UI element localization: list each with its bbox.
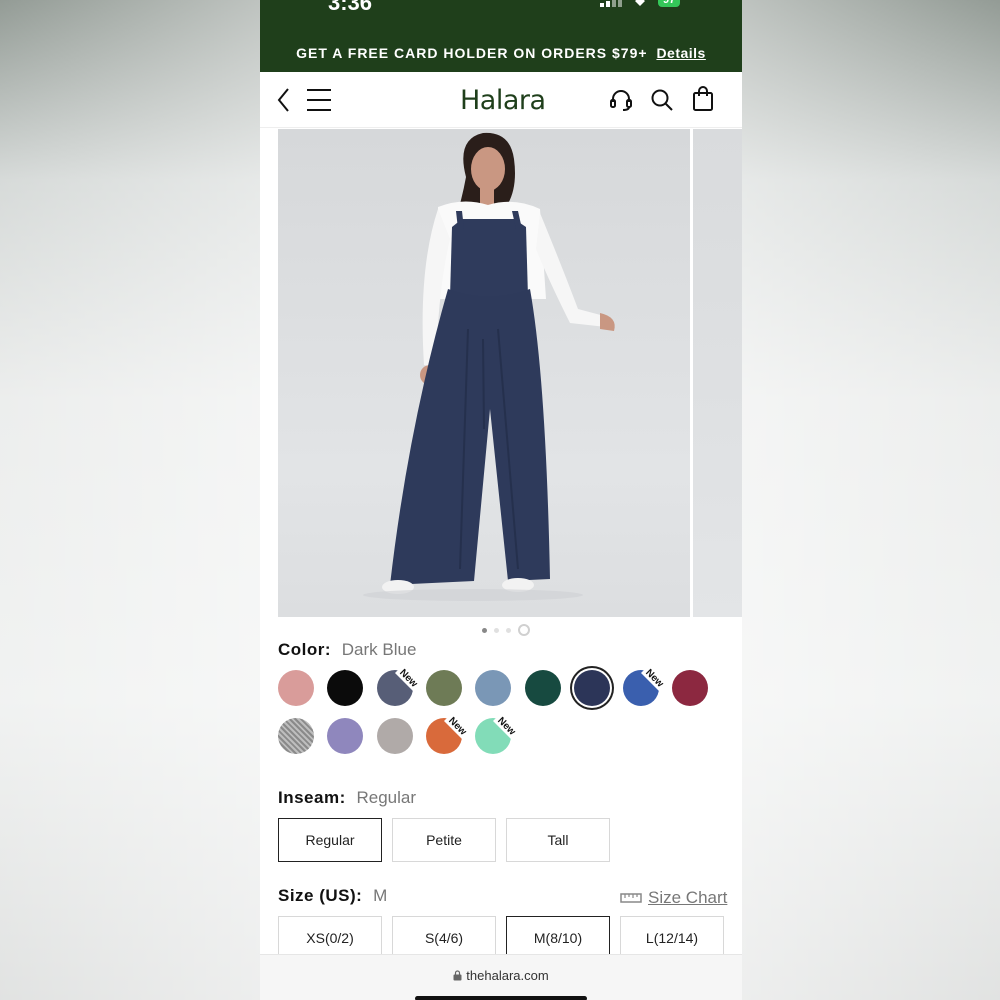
inseam-option-regular[interactable]: Regular bbox=[278, 818, 382, 862]
color-swatch[interactable] bbox=[278, 718, 314, 754]
color-swatch[interactable] bbox=[524, 670, 561, 706]
color-swatch[interactable] bbox=[327, 670, 364, 706]
shopping-bag-icon[interactable] bbox=[692, 86, 714, 112]
status-bar: 3:36 97 bbox=[260, 0, 742, 34]
signal-icon bbox=[600, 0, 622, 7]
brand-logo[interactable]: Halara bbox=[460, 85, 546, 116]
ruler-icon bbox=[620, 893, 642, 903]
back-icon[interactable] bbox=[274, 86, 294, 114]
size-chart-link[interactable]: Size Chart bbox=[620, 888, 727, 908]
background-right bbox=[742, 0, 1000, 1000]
inseam-selected-value: Regular bbox=[356, 788, 417, 807]
inseam-option-tall[interactable]: Tall bbox=[506, 818, 610, 862]
model-illustration bbox=[363, 132, 615, 601]
color-swatch[interactable] bbox=[376, 718, 413, 754]
gallery-pagination bbox=[482, 624, 530, 636]
color-swatch[interactable] bbox=[425, 670, 462, 706]
color-swatch[interactable] bbox=[475, 670, 512, 706]
status-icons: 97 bbox=[600, 0, 681, 7]
color-swatch[interactable] bbox=[327, 718, 364, 754]
search-icon[interactable] bbox=[650, 88, 674, 112]
next-product-image-peek[interactable] bbox=[693, 129, 742, 617]
headset-icon[interactable] bbox=[609, 88, 633, 112]
pagination-dot[interactable] bbox=[494, 627, 499, 633]
color-swatch[interactable] bbox=[672, 670, 709, 706]
pagination-dot[interactable] bbox=[518, 624, 530, 636]
url-text: thehalara.com bbox=[466, 968, 549, 983]
promo-banner[interactable]: GET A FREE CARD HOLDER ON ORDERS $79+ De… bbox=[260, 34, 742, 72]
url-display[interactable]: thehalara.com bbox=[260, 968, 742, 983]
lock-icon bbox=[453, 970, 462, 981]
promo-text: GET A FREE CARD HOLDER ON ORDERS $79+ bbox=[296, 45, 648, 61]
phone-screen: 3:36 97 GET A FREE CARD HOLDER ON ORDERS… bbox=[260, 0, 742, 1000]
background-left bbox=[0, 0, 260, 1000]
size-chart-label[interactable]: Size Chart bbox=[648, 888, 727, 908]
inseam-label: Inseam: bbox=[278, 788, 346, 807]
product-gallery[interactable] bbox=[278, 129, 742, 617]
color-label-row: Color: Dark Blue bbox=[278, 640, 416, 660]
color-selected-value: Dark Blue bbox=[341, 640, 417, 659]
inseam-label-row: Inseam: Regular bbox=[278, 788, 416, 808]
status-time: 3:36 bbox=[328, 0, 373, 15]
color-swatch[interactable] bbox=[573, 670, 610, 706]
wifi-icon bbox=[635, 0, 645, 6]
pagination-dot[interactable] bbox=[506, 627, 511, 633]
navigation-bar: Halara bbox=[260, 72, 742, 128]
pagination-dot[interactable] bbox=[482, 627, 487, 633]
battery-indicator: 97 bbox=[658, 0, 681, 7]
promo-details-link[interactable]: Details bbox=[656, 45, 705, 61]
product-image[interactable] bbox=[278, 129, 690, 617]
home-indicator bbox=[415, 996, 587, 1000]
size-selected-value: M bbox=[373, 886, 388, 905]
size-label-row: Size (US): M bbox=[278, 886, 387, 906]
color-label: Color: bbox=[278, 640, 332, 659]
menu-icon[interactable] bbox=[306, 87, 332, 113]
size-label: Size (US): bbox=[278, 886, 363, 905]
color-swatch[interactable] bbox=[278, 670, 314, 706]
browser-url-bar[interactable]: thehalara.com bbox=[260, 954, 742, 1000]
inseam-option-petite[interactable]: Petite bbox=[392, 818, 496, 862]
